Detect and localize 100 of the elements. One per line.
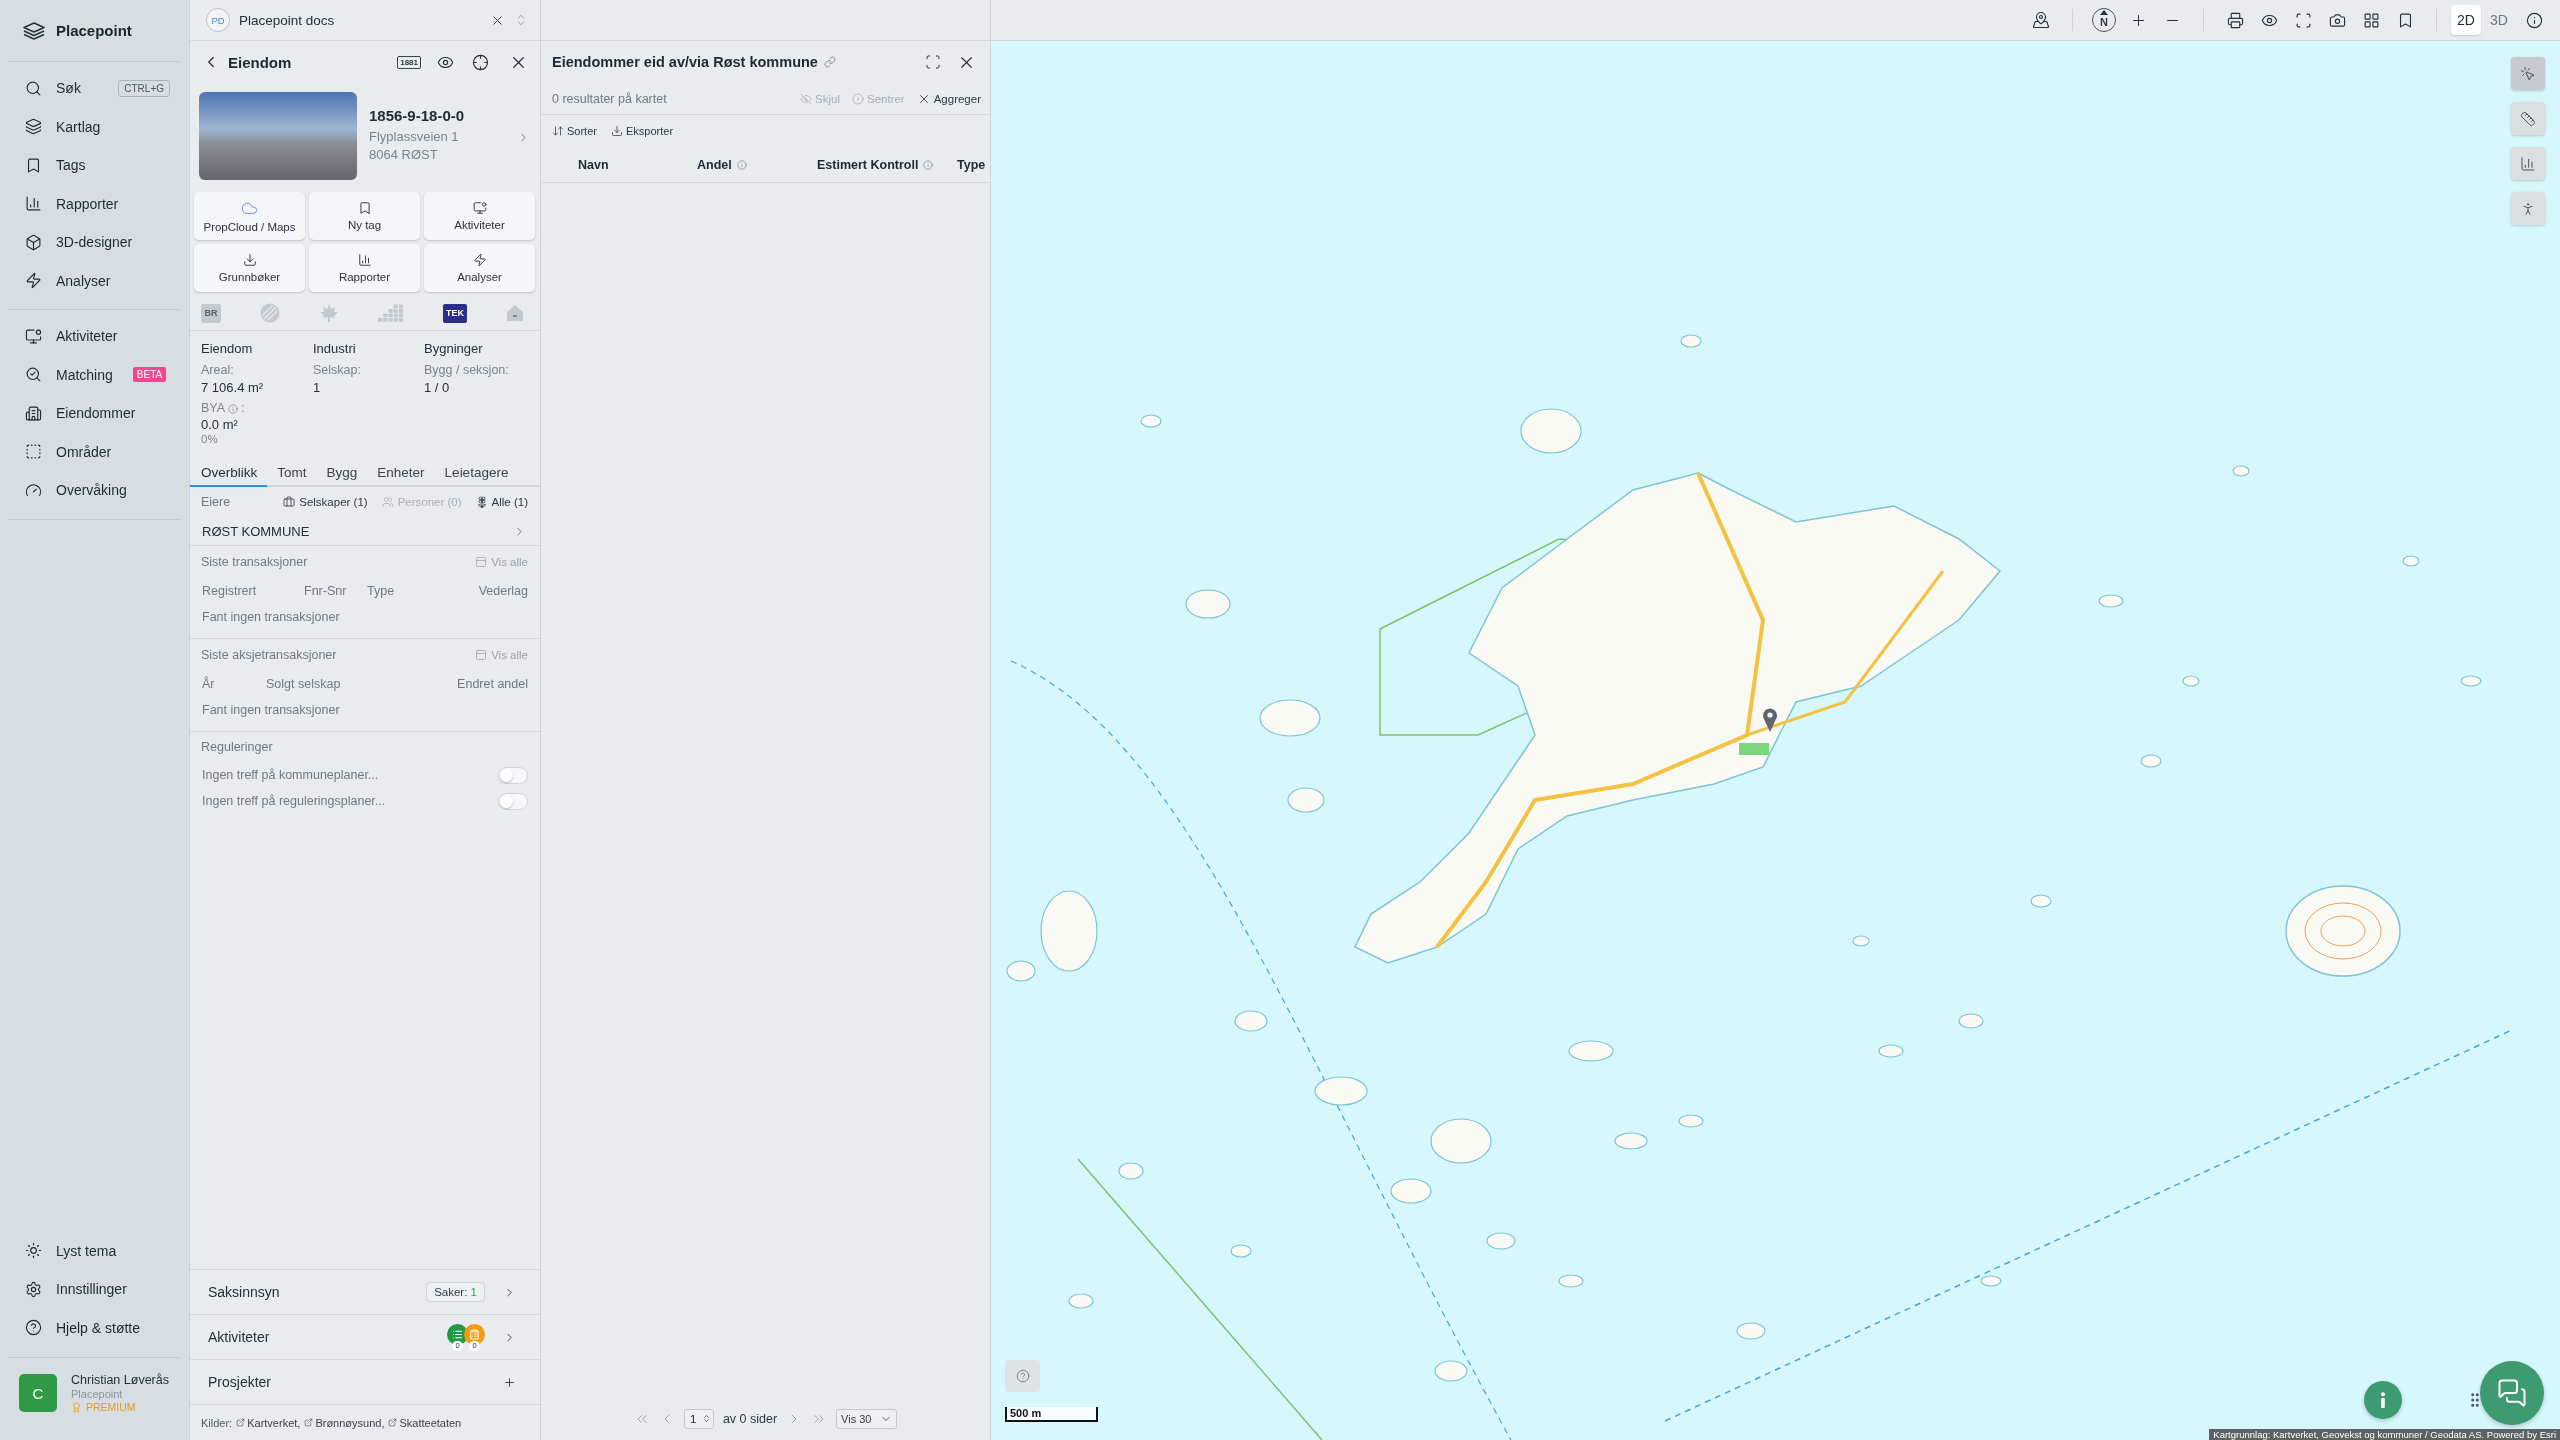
user-name: Christian Løverås [71,1373,169,1387]
avatar[interactable]: C [19,1374,57,1412]
owner-row[interactable]: RØST KOMMUNE [190,517,540,545]
page-size-select[interactable]: Vis 30 [836,1409,898,1429]
tab[interactable]: Overblikk [190,459,268,487]
fullscreen-icon[interactable] [2294,11,2312,29]
field-value: 1 [313,379,322,396]
gauge-icon [25,481,42,499]
nav-item[interactable]: Innstillinger [8,1270,181,1309]
chat-icon [2497,1378,2527,1408]
empty-message: Fant ingen transaksjoner [202,703,340,717]
view-mode-toggle[interactable]: 2D [2451,5,2481,35]
column-header: Type [957,157,986,172]
nav-item[interactable]: Søk CTRL+G [8,69,181,108]
registry-badge[interactable]: TEK [443,303,467,323]
house-icon[interactable] [506,304,524,322]
nav-item[interactable]: Analyser [8,261,181,300]
nav-item[interactable]: Lyst tema [8,1231,181,1270]
page-total: av 0 sider [722,1412,778,1426]
column-header: Estimert Kontroll [817,157,919,172]
toolbar-button[interactable]: Sorter [552,125,597,137]
nav-item[interactable]: Hjelp & støtte [8,1308,181,1347]
panel-icon [475,556,488,568]
map-tool-button[interactable] [2511,102,2545,135]
stepper-icon[interactable] [701,1414,711,1423]
field-value: 1 / 0 [424,379,451,396]
nav-item[interactable]: Overvåking [8,471,181,510]
layers-icon [25,118,42,136]
info-icon[interactable] [2525,11,2543,29]
grid-icon[interactable] [2362,11,2380,29]
filter-chip[interactable]: Selskaper (1) [283,496,368,508]
settings-icon [25,1280,42,1298]
map-tool-button[interactable] [2511,192,2545,225]
expand-icon[interactable] [925,54,941,70]
nav-item[interactable]: Kartlag [8,107,181,146]
nav-item[interactable]: 3D-designer [8,223,181,262]
nav-item[interactable]: Aktiviteter [8,317,181,356]
flower-icon [475,496,488,508]
filter-chip[interactable]: Alle (1) [475,496,528,508]
workspace-name: Placepoint docs [239,12,335,28]
external-link-icon [236,1418,246,1427]
help-icon [1015,1369,1030,1383]
eye-off-icon [800,92,813,105]
action-button[interactable]: Rapporter [309,244,420,292]
action-button[interactable]: Aktiviteter [424,192,535,240]
panel-icon [475,649,488,661]
brand-name: Placepoint [56,22,132,39]
location-pin-icon[interactable] [1762,707,1778,733]
plan-label: PREMIUM [86,1401,136,1413]
toggle-switch[interactable] [498,766,528,784]
source-link[interactable]: Skatteetaten [388,1416,462,1429]
map-attribution: Kartgrunnlag: Kartverket, Geovekst og kommuner / Geodata AS. Powered by Esri [2209,1429,2560,1440]
briefcase-icon [283,496,296,508]
map-pin-icon[interactable] [2032,11,2050,29]
beta-badge: BETA [132,367,167,383]
download-icon [610,125,623,137]
source-link[interactable]: Kartverket, [236,1416,301,1429]
link-icon[interactable] [823,56,836,68]
action-button[interactable]: Ny tag [309,192,420,240]
page-field[interactable]: 1 [683,1409,714,1429]
toggle-switch[interactable] [498,792,528,810]
nav-item[interactable]: Tags [8,146,181,185]
toolbar-button[interactable]: Eksporter [610,125,674,137]
map-tool-button[interactable] [2511,57,2545,90]
fact-heading: Bygninger [424,340,484,357]
property-address: Flyplassveien 1 [369,128,459,146]
section-label: Reguleringer [201,740,273,754]
camera-icon[interactable] [2328,11,2346,29]
nav-item[interactable]: Eiendommer [8,394,181,433]
tab[interactable]: Leietagere [434,459,519,487]
bookmark-icon [357,201,372,215]
directory-button[interactable]: 1881 [397,55,421,69]
building-icon [25,404,42,422]
section-label: Siste aksjetransaksjoner [201,648,337,662]
tab[interactable]: Tomt [267,459,317,487]
sort-icon [552,125,564,137]
regulation-label: Ingen treff på reguleringsplaner... [202,794,386,808]
action-link[interactable]: Aggreger [916,91,981,106]
plus-icon[interactable] [503,1375,516,1389]
map-tool-button[interactable] [2511,147,2545,180]
source-link[interactable]: Brønnøysund, [304,1416,385,1429]
action-button[interactable]: Grunnbøker [194,244,305,292]
nav-item[interactable]: Matching BETA [8,355,181,394]
nav-item[interactable]: Rapporter [8,184,181,223]
label-colon: : [241,400,245,417]
action-button[interactable]: PropCloud / Maps [194,192,305,240]
crosshair-icon[interactable] [472,53,489,71]
bar-chart-icon [2520,155,2536,172]
nav-item[interactable]: Områder [8,432,181,471]
registry-badge[interactable]: BR [201,303,221,323]
view-mode-toggle[interactable]: 3D [2484,5,2514,35]
printer-icon[interactable] [2226,11,2244,29]
tab[interactable]: Enheter [367,459,435,487]
help-button[interactable] [1005,1360,1040,1392]
fact-heading: Industri [313,340,357,357]
action-button[interactable]: Analyser [424,244,535,292]
section-row[interactable]: Prosjekter [190,1359,540,1404]
tab[interactable]: Bygg [316,459,368,487]
shortcut-badge: CTRL+G [118,79,170,97]
section-row[interactable]: Saksinnsyn Saker: 1 [190,1269,540,1314]
